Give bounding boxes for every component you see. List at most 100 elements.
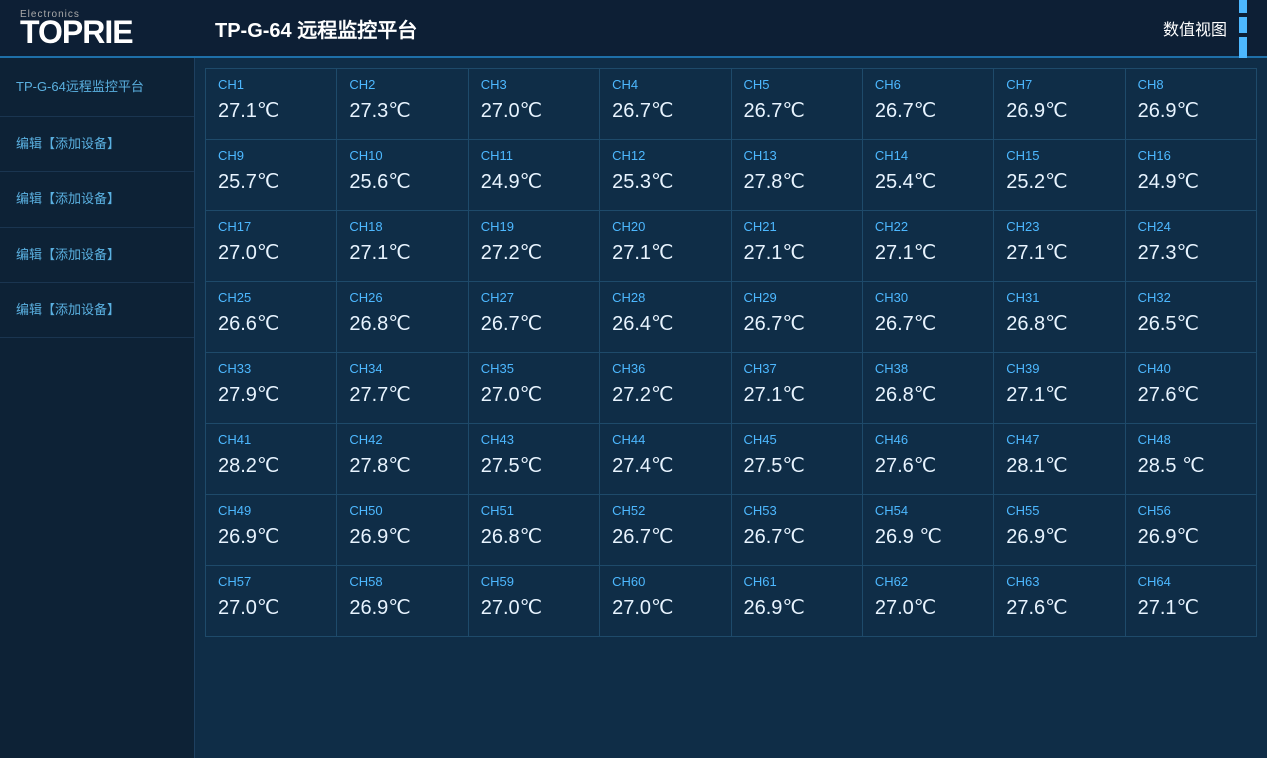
- channel-cell-ch3[interactable]: CH3 27.0℃: [468, 69, 599, 140]
- channel-cell-ch21[interactable]: CH21 27.1℃: [731, 211, 862, 282]
- channel-cell-ch30[interactable]: CH30 26.7℃: [862, 282, 993, 353]
- channel-cell-ch20[interactable]: CH20 27.1℃: [600, 211, 731, 282]
- channel-cell-ch47[interactable]: CH47 28.1℃: [994, 424, 1125, 495]
- channel-label: CH60: [612, 574, 718, 589]
- channel-cell-ch41[interactable]: CH41 28.2℃: [206, 424, 337, 495]
- channel-cell-ch8[interactable]: CH8 26.9℃: [1125, 69, 1256, 140]
- channel-value: 25.6℃: [349, 169, 455, 194]
- channel-cell-ch36[interactable]: CH36 27.2℃: [600, 353, 731, 424]
- channel-cell-ch53[interactable]: CH53 26.7℃: [731, 495, 862, 566]
- sidebar-item-add4[interactable]: 编辑【添加设备】: [0, 283, 194, 338]
- channel-value: 27.5℃: [481, 453, 587, 478]
- channel-cell-ch57[interactable]: CH57 27.0℃: [206, 566, 337, 637]
- channel-cell-ch23[interactable]: CH23 27.1℃: [994, 211, 1125, 282]
- channel-cell-ch58[interactable]: CH58 26.9℃: [337, 566, 468, 637]
- channel-cell-ch12[interactable]: CH12 25.3℃: [600, 140, 731, 211]
- channel-label: CH26: [349, 290, 455, 305]
- channel-cell-ch2[interactable]: CH2 27.3℃: [337, 69, 468, 140]
- channel-value: 26.5℃: [1138, 311, 1244, 336]
- channel-label: CH53: [744, 503, 850, 518]
- channel-label: CH58: [349, 574, 455, 589]
- channel-cell-ch59[interactable]: CH59 27.0℃: [468, 566, 599, 637]
- channel-value: 26.6℃: [218, 311, 324, 336]
- channel-value: 26.4℃: [612, 311, 718, 336]
- channel-cell-ch13[interactable]: CH13 27.8℃: [731, 140, 862, 211]
- channel-cell-ch39[interactable]: CH39 27.1℃: [994, 353, 1125, 424]
- channel-label: CH62: [875, 574, 981, 589]
- channel-value: 28.5 ℃: [1138, 453, 1244, 478]
- bars-icon[interactable]: [1239, 0, 1247, 65]
- channel-cell-ch54[interactable]: CH54 26.9 ℃: [862, 495, 993, 566]
- channel-cell-ch9[interactable]: CH9 25.7℃: [206, 140, 337, 211]
- channel-cell-ch19[interactable]: CH19 27.2℃: [468, 211, 599, 282]
- channel-cell-ch4[interactable]: CH4 26.7℃: [600, 69, 731, 140]
- sidebar-item-main-device[interactable]: TP-G-64远程监控平台: [0, 58, 194, 117]
- channel-cell-ch61[interactable]: CH61 26.9℃: [731, 566, 862, 637]
- channel-label: CH22: [875, 219, 981, 234]
- channel-value: 27.3℃: [1138, 240, 1244, 265]
- channel-cell-ch38[interactable]: CH38 26.8℃: [862, 353, 993, 424]
- channel-cell-ch49[interactable]: CH49 26.9℃: [206, 495, 337, 566]
- channel-cell-ch50[interactable]: CH50 26.9℃: [337, 495, 468, 566]
- channel-cell-ch55[interactable]: CH55 26.9℃: [994, 495, 1125, 566]
- channel-value: 27.1℃: [612, 240, 718, 265]
- channel-cell-ch22[interactable]: CH22 27.1℃: [862, 211, 993, 282]
- channel-value: 26.7℃: [875, 311, 981, 336]
- channel-cell-ch60[interactable]: CH60 27.0℃: [600, 566, 731, 637]
- channel-cell-ch25[interactable]: CH25 26.6℃: [206, 282, 337, 353]
- channel-cell-ch40[interactable]: CH40 27.6℃: [1125, 353, 1256, 424]
- channel-cell-ch17[interactable]: CH17 27.0℃: [206, 211, 337, 282]
- channel-cell-ch64[interactable]: CH64 27.1℃: [1125, 566, 1256, 637]
- channel-cell-ch14[interactable]: CH14 25.4℃: [862, 140, 993, 211]
- channel-cell-ch24[interactable]: CH24 27.3℃: [1125, 211, 1256, 282]
- channel-label: CH24: [1138, 219, 1244, 234]
- channel-cell-ch29[interactable]: CH29 26.7℃: [731, 282, 862, 353]
- channel-cell-ch48[interactable]: CH48 28.5 ℃: [1125, 424, 1256, 495]
- channel-label: CH57: [218, 574, 324, 589]
- channel-cell-ch28[interactable]: CH28 26.4℃: [600, 282, 731, 353]
- channel-cell-ch52[interactable]: CH52 26.7℃: [600, 495, 731, 566]
- channel-cell-ch18[interactable]: CH18 27.1℃: [337, 211, 468, 282]
- channel-label: CH38: [875, 361, 981, 376]
- channel-label: CH39: [1006, 361, 1112, 376]
- channel-cell-ch5[interactable]: CH5 26.7℃: [731, 69, 862, 140]
- channel-label: CH30: [875, 290, 981, 305]
- channel-cell-ch34[interactable]: CH34 27.7℃: [337, 353, 468, 424]
- channel-content: CH1 27.1℃ CH2 27.3℃ CH3 27.0℃ CH4: [195, 58, 1267, 758]
- channel-cell-ch1[interactable]: CH1 27.1℃: [206, 69, 337, 140]
- channel-cell-ch10[interactable]: CH10 25.6℃: [337, 140, 468, 211]
- channel-cell-ch6[interactable]: CH6 26.7℃: [862, 69, 993, 140]
- sidebar-item-add3[interactable]: 编辑【添加设备】: [0, 228, 194, 283]
- channel-cell-ch31[interactable]: CH31 26.8℃: [994, 282, 1125, 353]
- channel-cell-ch46[interactable]: CH46 27.6℃: [862, 424, 993, 495]
- bar-1: [1239, 0, 1247, 13]
- channel-cell-ch37[interactable]: CH37 27.1℃: [731, 353, 862, 424]
- channel-cell-ch11[interactable]: CH11 24.9℃: [468, 140, 599, 211]
- channel-value: 26.9 ℃: [875, 524, 981, 549]
- channel-cell-ch45[interactable]: CH45 27.5℃: [731, 424, 862, 495]
- channel-cell-ch62[interactable]: CH62 27.0℃: [862, 566, 993, 637]
- channel-cell-ch42[interactable]: CH42 27.8℃: [337, 424, 468, 495]
- channel-cell-ch32[interactable]: CH32 26.5℃: [1125, 282, 1256, 353]
- channel-cell-ch7[interactable]: CH7 26.9℃: [994, 69, 1125, 140]
- channel-value: 27.1℃: [1006, 240, 1112, 265]
- channel-cell-ch16[interactable]: CH16 24.9℃: [1125, 140, 1256, 211]
- channel-cell-ch35[interactable]: CH35 27.0℃: [468, 353, 599, 424]
- channel-cell-ch44[interactable]: CH44 27.4℃: [600, 424, 731, 495]
- channel-label: CH31: [1006, 290, 1112, 305]
- channel-label: CH29: [744, 290, 850, 305]
- channel-cell-ch43[interactable]: CH43 27.5℃: [468, 424, 599, 495]
- sidebar-item-add1[interactable]: 编辑【添加设备】: [0, 117, 194, 172]
- channel-cell-ch63[interactable]: CH63 27.6℃: [994, 566, 1125, 637]
- channel-cell-ch33[interactable]: CH33 27.9℃: [206, 353, 337, 424]
- channel-cell-ch15[interactable]: CH15 25.2℃: [994, 140, 1125, 211]
- channel-label: CH1: [218, 77, 324, 92]
- sidebar-item-add2[interactable]: 编辑【添加设备】: [0, 172, 194, 227]
- channel-label: CH17: [218, 219, 324, 234]
- channel-label: CH23: [1006, 219, 1112, 234]
- channel-value: 26.9℃: [1138, 524, 1244, 549]
- channel-cell-ch26[interactable]: CH26 26.8℃: [337, 282, 468, 353]
- channel-cell-ch56[interactable]: CH56 26.9℃: [1125, 495, 1256, 566]
- channel-cell-ch51[interactable]: CH51 26.8℃: [468, 495, 599, 566]
- channel-cell-ch27[interactable]: CH27 26.7℃: [468, 282, 599, 353]
